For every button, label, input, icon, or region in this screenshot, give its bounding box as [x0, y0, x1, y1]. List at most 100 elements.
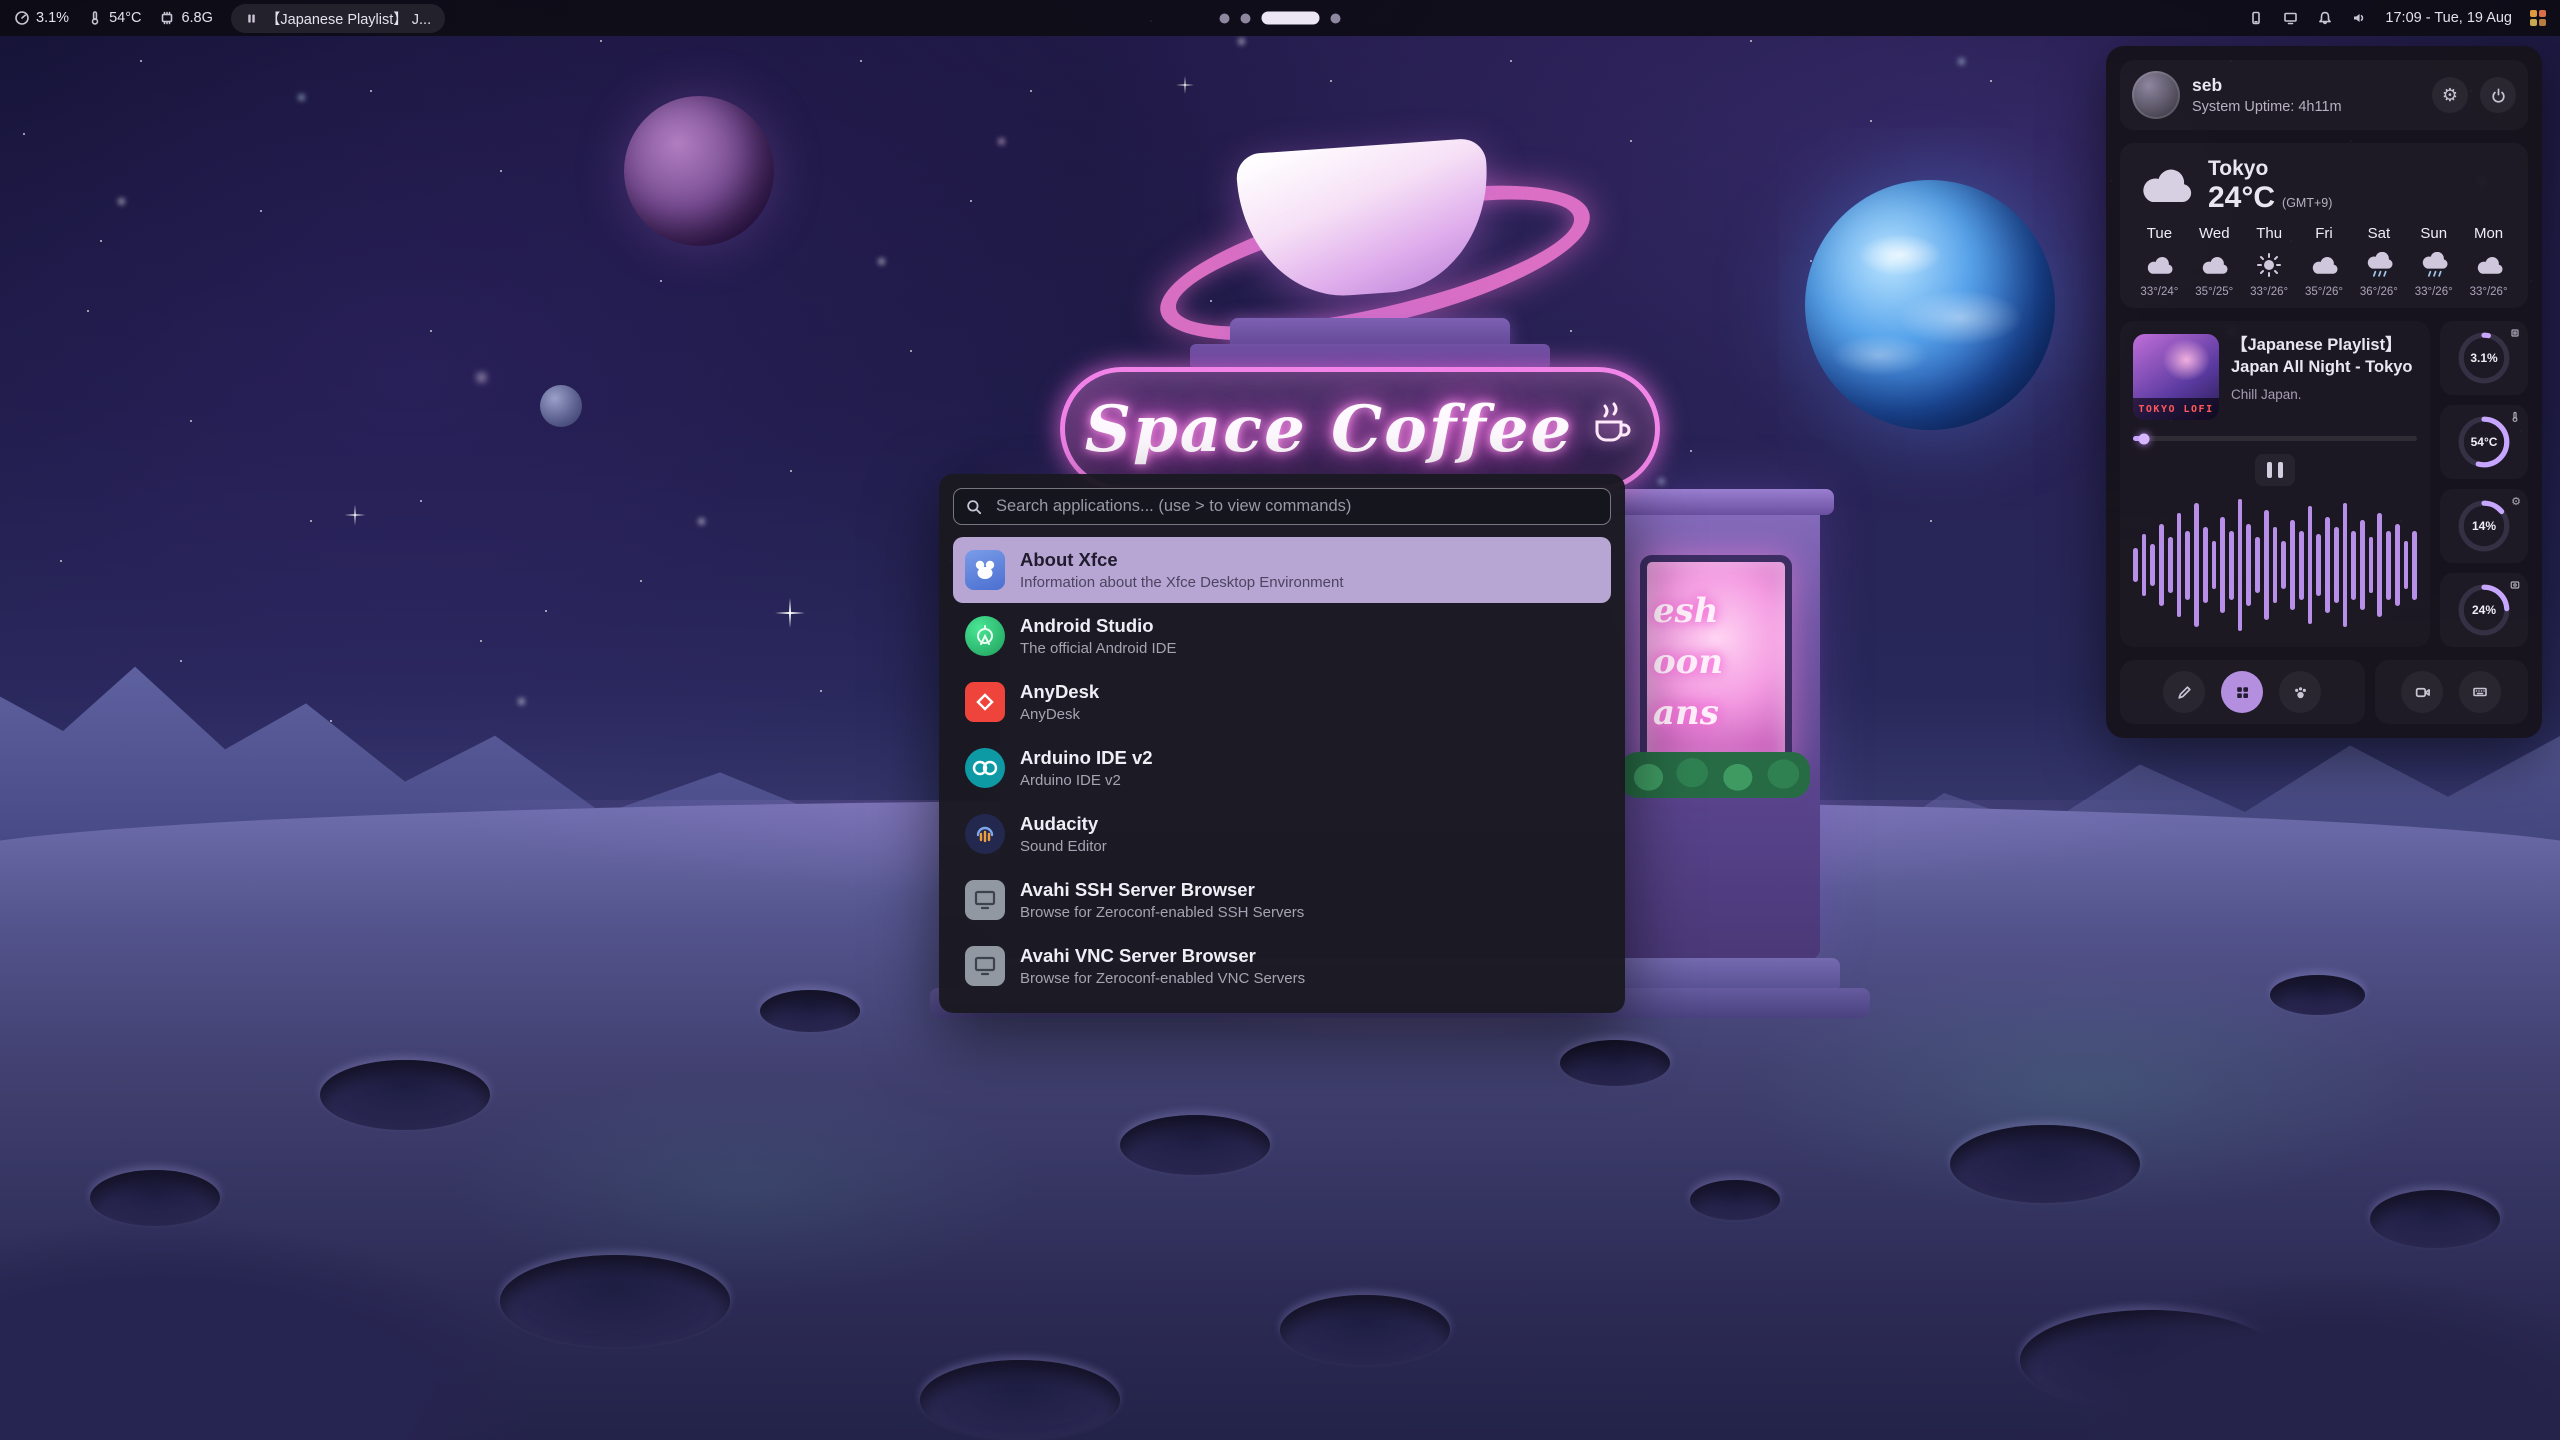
track-progress-knob[interactable]: [2139, 433, 2150, 444]
purple-planet: [624, 96, 774, 246]
control-panel: seb System Uptime: 4h11m ⚙ Tokyo 24°C (G…: [2106, 46, 2542, 738]
thermometer-icon: [2509, 411, 2521, 423]
album-art: TOKYO LOFI: [2133, 334, 2219, 420]
search-input[interactable]: [953, 488, 1611, 525]
app-row-avahi-ssh[interactable]: Avahi SSH Server Browser Browse for Zero…: [953, 867, 1611, 933]
bell-icon[interactable]: [2317, 10, 2333, 26]
now-playing-text: 【Japanese Playlist】 J...: [266, 8, 431, 29]
weather-temp: 24°C: [2208, 181, 2275, 215]
app-row-avahi-vnc[interactable]: Avahi VNC Server Browser Browse for Zero…: [953, 933, 1611, 999]
pause-button[interactable]: [2255, 454, 2295, 486]
speedometer-icon: [14, 10, 30, 26]
workspace-dot[interactable]: [1331, 13, 1341, 23]
app-row-audacity[interactable]: Audacity Sound Editor: [953, 801, 1611, 867]
hedge-plants: [1620, 752, 1810, 798]
app-description: The official Android IDE: [1020, 640, 1176, 657]
volume-icon[interactable]: [2351, 10, 2367, 26]
temp-value: 54°C: [109, 10, 141, 26]
small-moon: [540, 385, 582, 427]
power-button[interactable]: [2480, 77, 2516, 113]
memory-value: 6.8G: [181, 10, 212, 26]
xfce-icon: [965, 550, 1005, 590]
cloud-icon: [2144, 255, 2174, 276]
workspace-active-pill[interactable]: [1262, 12, 1320, 25]
crater: [1280, 1295, 1450, 1365]
keyboard-icon: [2471, 684, 2489, 700]
rain-icon: [2364, 252, 2394, 279]
app-name: Android Studio: [1020, 615, 1176, 637]
audacity-icon: [965, 814, 1005, 854]
cloud-icon: [2199, 255, 2229, 276]
user-card: seb System Uptime: 4h11m ⚙: [2120, 60, 2528, 130]
power-icon: [2490, 87, 2507, 104]
app-row-android-studio[interactable]: Android Studio The official Android IDE: [953, 603, 1611, 669]
phone-icon[interactable]: [2248, 10, 2264, 26]
weather-timezone: (GMT+9): [2282, 196, 2332, 210]
rain-icon: [2419, 252, 2449, 279]
sparkle-star: [775, 598, 805, 628]
app-row-about-xfce[interactable]: About Xfce Information about the Xfce De…: [953, 537, 1611, 603]
cpu-gauge: 3.1%: [2440, 321, 2528, 395]
crater: [1690, 1180, 1780, 1220]
album-art-text: TOKYO LOFI: [2138, 404, 2213, 415]
record-button[interactable]: [2401, 671, 2443, 713]
system-gauges: 3.1% 54°C 14% ⚙ 24%: [2440, 321, 2528, 647]
widgets-button[interactable]: [2221, 671, 2263, 713]
crater: [2270, 975, 2365, 1015]
app-row-arduino[interactable]: Arduino IDE v2 Arduino IDE v2: [953, 735, 1611, 801]
window-sign-text: esh: [1653, 586, 1785, 637]
neon-sign: Space Coffee: [1060, 367, 1660, 491]
neon-sign-text: Space Coffee: [1085, 392, 1574, 467]
cloud-icon: [2136, 166, 2194, 206]
settings-button[interactable]: ⚙: [2432, 77, 2468, 113]
workspace-dot[interactable]: [1220, 13, 1230, 23]
app-description: Arduino IDE v2: [1020, 772, 1153, 789]
avahi-icon: [965, 946, 1005, 986]
coffee-cup-icon: [1589, 402, 1635, 457]
edit-button[interactable]: [2163, 671, 2205, 713]
app-name: Avahi SSH Server Browser: [1020, 879, 1304, 901]
app-description: Sound Editor: [1020, 838, 1107, 855]
crater: [320, 1060, 490, 1130]
track-progress-bar[interactable]: [2133, 436, 2417, 441]
user-name: seb: [2192, 75, 2342, 96]
app-description: Browse for Zeroconf-enabled SSH Servers: [1020, 904, 1304, 921]
workspace-dot[interactable]: [1241, 13, 1251, 23]
forecast-row: Tue 33°/24° Wed 35°/25° Thu 33°/26° Fri …: [2132, 225, 2516, 298]
pen-icon: [2176, 684, 2193, 701]
app-grid-icon[interactable]: [2530, 10, 2546, 26]
avatar: [2132, 71, 2180, 119]
window-sign-text: oon: [1653, 637, 1785, 688]
crater: [920, 1360, 1120, 1440]
app-row-anydesk[interactable]: AnyDesk AnyDesk: [953, 669, 1611, 735]
arduino-icon: [965, 748, 1005, 788]
temp-stat: 54°C: [87, 10, 141, 26]
pets-button[interactable]: [2279, 671, 2321, 713]
crater: [2370, 1190, 2500, 1248]
app-description: Information about the Xfce Desktop Envir…: [1020, 574, 1344, 591]
forecast-day: Wed 35°/25°: [2187, 225, 2242, 298]
clock[interactable]: 17:09 - Tue, 19 Aug: [2385, 10, 2512, 26]
app-name: Audacity: [1020, 813, 1107, 835]
clock-text: 17:09 - Tue, 19 Aug: [2385, 10, 2512, 26]
sparkle-star: [1176, 76, 1194, 94]
now-playing-pill[interactable]: 【Japanese Playlist】 J...: [231, 4, 445, 33]
keyboard-button[interactable]: [2459, 671, 2501, 713]
search-icon: [965, 498, 983, 516]
track-subtitle: Chill Japan.: [2231, 387, 2417, 402]
forecast-day: Mon 33°/26°: [2461, 225, 2516, 298]
forecast-day: Sat 36°/26°: [2351, 225, 2406, 298]
cpu-icon: [2509, 327, 2521, 339]
video-icon: [2414, 684, 2431, 701]
app-list: About Xfce Information about the Xfce De…: [953, 537, 1611, 999]
gear-icon: ⚙: [2442, 85, 2458, 106]
thermometer-icon: [87, 10, 103, 26]
app-launcher: About Xfce Information about the Xfce De…: [939, 474, 1625, 1013]
app-name: Arduino IDE v2: [1020, 747, 1153, 769]
app-name: Avahi VNC Server Browser: [1020, 945, 1305, 967]
crater: [1120, 1115, 1270, 1175]
forecast-day: Thu 33°/26°: [2242, 225, 2297, 298]
forecast-day: Fri 35°/26°: [2297, 225, 2352, 298]
display-icon[interactable]: [2282, 10, 2299, 26]
cloud-icon: [2474, 255, 2504, 276]
